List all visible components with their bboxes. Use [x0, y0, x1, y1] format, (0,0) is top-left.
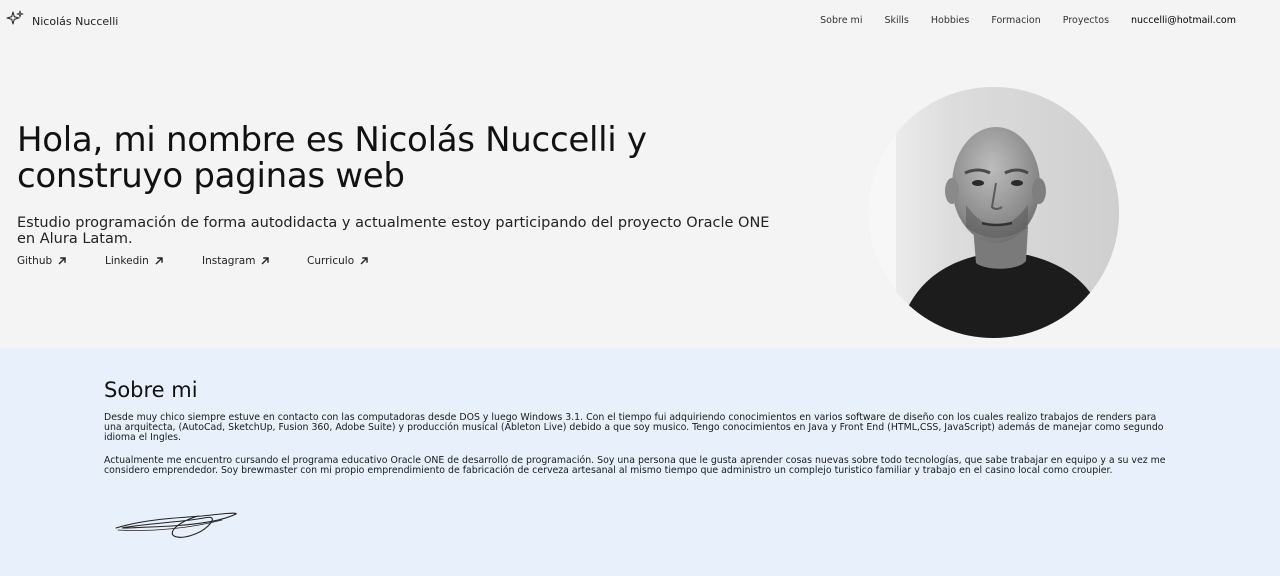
instagram-link[interactable]: Instagram	[202, 255, 307, 267]
about-paragraph-1: Desde muy chico siempre estuve en contac…	[104, 412, 1164, 443]
site-header: Nicolás Nuccelli Sobre mi Skills Hobbies…	[0, 0, 1280, 42]
about-title: Sobre mi	[104, 378, 198, 402]
linkedin-link-label: Linkedin	[105, 255, 149, 267]
arrow-up-right-icon	[261, 257, 270, 265]
nav-link-sobre-mi[interactable]: Sobre mi	[820, 15, 862, 26]
email-link[interactable]: nuccelli@hotmail.com	[1131, 15, 1236, 26]
nav-link-skills[interactable]: Skills	[884, 15, 908, 26]
github-link[interactable]: Github	[17, 255, 105, 267]
arrow-up-right-icon	[360, 257, 368, 265]
hero-subtitle: Estudio programación de forma autodidact…	[17, 215, 770, 247]
signature	[112, 502, 242, 542]
brand-name: Nicolás Nuccelli	[32, 14, 119, 28]
arrow-up-right-icon	[155, 257, 163, 265]
arrow-up-right-icon	[58, 257, 66, 265]
about-paragraph-2: Actualmente me encuentro cursando el pro…	[104, 455, 1166, 476]
linkedin-link[interactable]: Linkedin	[105, 255, 202, 267]
about-section: Sobre mi Desde muy chico siempre estuve …	[0, 348, 1280, 576]
curriculo-link-label: Curriculo	[307, 255, 355, 267]
github-link-label: Github	[17, 255, 53, 267]
curriculo-link[interactable]: Curriculo	[307, 255, 369, 267]
nav-link-hobbies[interactable]: Hobbies	[931, 15, 969, 26]
profile-photo	[868, 87, 1119, 338]
nav-link-formacion[interactable]: Formacion	[991, 15, 1040, 26]
social-links: Github Linkedin Instagram Curriculo	[17, 255, 369, 267]
nav-link-proyectos[interactable]: Proyectos	[1063, 15, 1109, 26]
sparkle-icon	[6, 10, 24, 32]
main-nav: Sobre mi Skills Hobbies Formacion Proyec…	[798, 15, 1236, 26]
instagram-link-label: Instagram	[202, 255, 256, 267]
brand[interactable]: Nicolás Nuccelli	[6, 10, 118, 32]
hero-title: Hola, mi nombre es Nicolás Nuccelli y co…	[17, 120, 647, 196]
